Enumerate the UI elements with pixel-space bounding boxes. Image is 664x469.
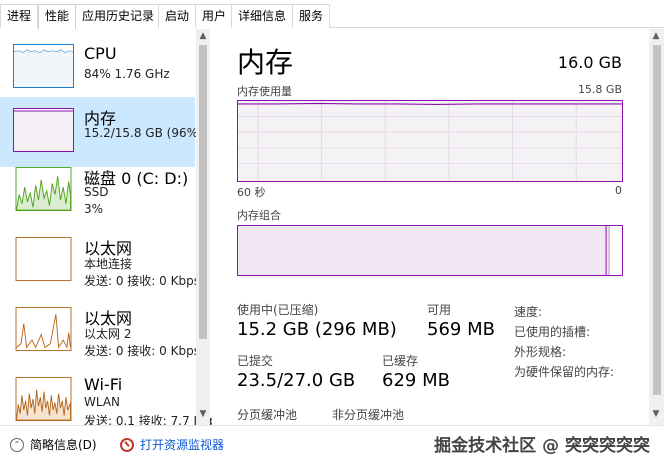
sidebar-scrollbar[interactable]: ▲ ▼ — [196, 29, 210, 425]
slots-label: 已使用的插槽: — [514, 325, 591, 339]
composition-label: 内存组合 — [237, 209, 281, 222]
sidebar-item-cpu[interactable]: CPU 84% 1.76 GHz — [0, 32, 195, 102]
sidebar-item-sub: 本地连接 — [84, 257, 133, 271]
hardware-reserved-label: 为硬件保留的内存: — [514, 365, 615, 379]
open-resource-monitor-label: 打开资源监视器 — [140, 438, 225, 452]
sidebar-item-disk[interactable]: 磁盘 0 (C: D:) SSD 3% — [0, 165, 195, 235]
time-axis-right: 0 — [615, 184, 622, 197]
paged-pool-label: 分页缓冲池 — [237, 408, 298, 422]
total-memory: 16.0 GB — [557, 53, 622, 72]
sidebar-item-sub2: 发送: 0 接收: 0 Kbps — [84, 344, 200, 358]
watermark: 掘金技术社区 @ 突突突突突 — [434, 436, 650, 456]
scroll-down-icon[interactable]: ▼ — [649, 409, 663, 419]
memory-thumbnail — [13, 108, 74, 152]
sidebar-scrollbar-thumb[interactable] — [199, 45, 207, 339]
cpu-thumbnail — [13, 44, 74, 88]
usage-graph-label: 内存使用量 — [237, 85, 292, 98]
memory-detail-pane: 内存 16.0 GB 内存使用量 15.8 GB 60 秒 0 内存组合 使用中… — [212, 29, 664, 425]
chevron-up-icon: ⌃ — [10, 437, 24, 452]
fewer-details-label: 简略信息(D) — [30, 438, 97, 452]
tab-performance[interactable]: 性能 — [38, 4, 77, 29]
open-resource-monitor-link[interactable]: 打开资源监视器 — [120, 436, 224, 453]
time-axis-left: 60 秒 — [237, 186, 266, 199]
detail-scrollbar[interactable]: ▲ ▼ — [649, 29, 664, 425]
usage-graph-max: 15.8 GB — [577, 83, 622, 96]
detail-scrollbar-thumb[interactable] — [653, 45, 661, 395]
sidebar-item-title: CPU — [84, 44, 117, 63]
in-use-label: 使用中(已压缩) — [237, 303, 319, 317]
memory-usage-graph — [237, 100, 623, 182]
sidebar-item-memory[interactable]: 内存 15.2/15.8 GB (96%) — [0, 97, 203, 167]
tab-services[interactable]: 服务 — [292, 4, 331, 28]
ethernet-thumbnail — [15, 237, 72, 281]
sidebar-item-sub: 以太网 2 — [84, 327, 132, 341]
in-use-value: 15.2 GB (296 MB) — [237, 319, 397, 340]
sidebar-item-ethernet[interactable]: 以太网 本地连接 发送: 0 接收: 0 Kbps — [0, 235, 200, 305]
available-value: 569 MB — [427, 319, 495, 340]
sidebar-item-sub: WLAN — [84, 395, 121, 409]
bottom-bar: ⌃ 简略信息(D) 打开资源监视器 掘金技术社区 @ 突突突突突 — [0, 425, 664, 469]
speed-label: 速度: — [514, 305, 543, 319]
scroll-down-icon[interactable]: ▼ — [196, 409, 210, 419]
cached-label: 已缓存 — [382, 354, 419, 368]
page-title: 内存 — [237, 46, 294, 79]
scroll-up-icon[interactable]: ▲ — [196, 31, 210, 41]
sidebar-item-title: Wi-Fi — [84, 375, 123, 394]
tab-bar: 进程 性能 应用历史记录 启动 用户 详细信息 服务 — [0, 0, 664, 29]
fewer-details-button[interactable]: ⌃ 简略信息(D) — [10, 436, 97, 453]
tab-users[interactable]: 用户 — [195, 4, 234, 28]
available-label: 可用 — [427, 303, 452, 317]
sidebar-item-sub: 84% 1.76 GHz — [84, 67, 170, 81]
sidebar-item-sub: 15.2/15.8 GB (96%) — [84, 126, 203, 140]
scroll-up-icon[interactable]: ▲ — [649, 31, 663, 41]
sidebar-item-wifi[interactable]: Wi-Fi WLAN 发送: 0.1 接收: 7.7 Kbps — [0, 375, 212, 425]
resource-list: CPU 84% 1.76 GHz 内存 15.2/15.8 GB (96%) 磁… — [0, 29, 212, 425]
wifi-thumbnail — [15, 377, 72, 421]
memory-composition-bar — [237, 225, 623, 276]
committed-value: 23.5/27.0 GB — [237, 370, 356, 391]
disk-thumbnail — [15, 167, 72, 211]
sidebar-item-sub2: 3% — [84, 202, 104, 216]
sidebar-item-sub2: 发送: 0 接收: 0 Kbps — [84, 274, 200, 288]
ethernet2-thumbnail — [15, 307, 72, 351]
nonpaged-pool-label: 非分页缓冲池 — [332, 408, 405, 422]
tab-processes[interactable]: 进程 — [0, 4, 39, 28]
resource-monitor-icon — [120, 437, 134, 452]
sidebar-item-sub2: 发送: 0.1 接收: 7.7 Kbps — [84, 414, 212, 425]
sidebar-item-sub: SSD — [84, 185, 109, 199]
sidebar-item-ethernet-2[interactable]: 以太网 以太网 2 发送: 0 接收: 0 Kbps — [0, 305, 200, 375]
committed-label: 已提交 — [237, 354, 274, 368]
tab-app-history[interactable]: 应用历史记录 — [75, 4, 162, 28]
form-factor-label: 外形规格: — [514, 345, 567, 359]
tab-details[interactable]: 详细信息 — [231, 4, 294, 28]
cached-value: 629 MB — [382, 370, 450, 391]
tab-startup[interactable]: 启动 — [158, 4, 197, 28]
